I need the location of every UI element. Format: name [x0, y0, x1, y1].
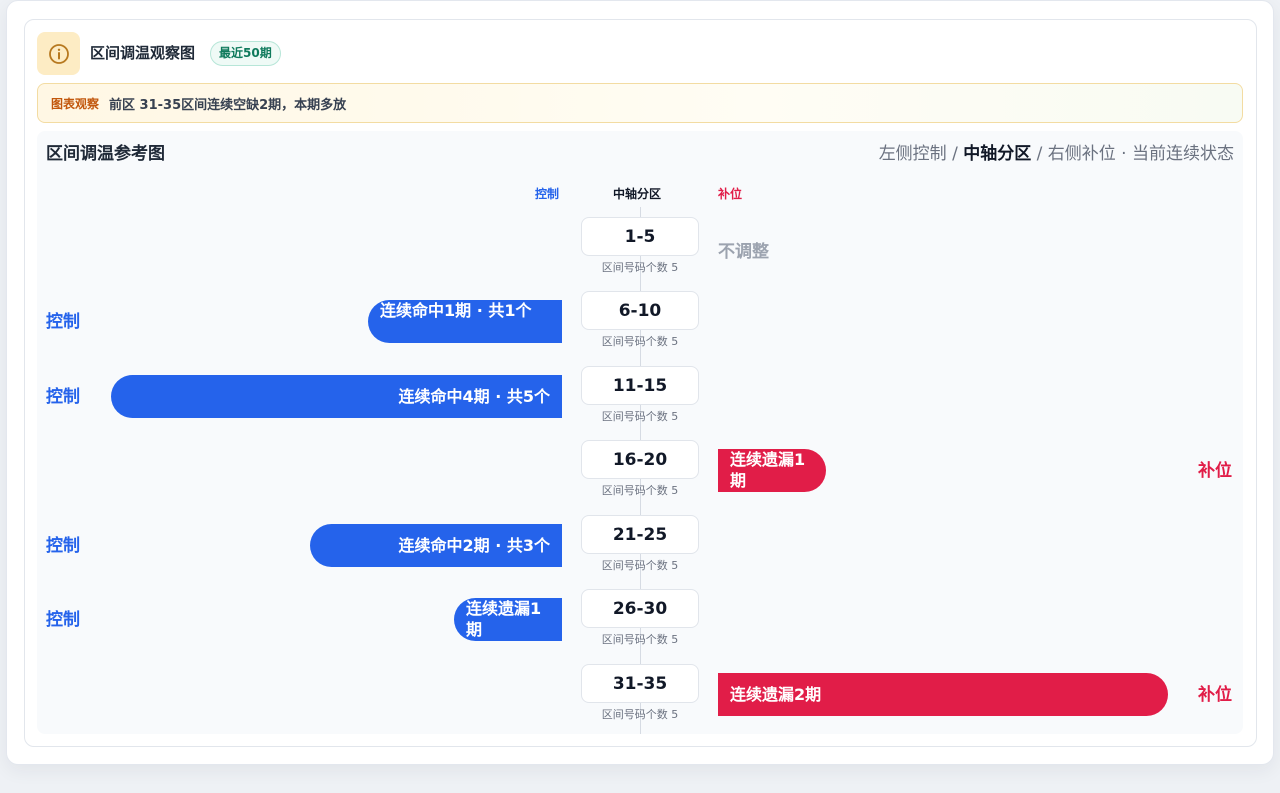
zone-count: 区间号码个数 5 — [601, 633, 679, 646]
info-icon — [37, 32, 80, 75]
bar-status: 连续遗漏1期 — [466, 599, 542, 639]
control-bar: 连续命中4期 · 共5个 — [111, 375, 562, 418]
zone-range-box: 26-30 — [581, 589, 699, 628]
legend-sep: / — [946, 144, 964, 164]
zone-row-21-25: 21-25 区间号码个数 5 控制 连续命中2期 · 共3个 — [0, 515, 1280, 590]
control-bar: 连续遗漏1期 — [454, 598, 562, 641]
bar-status: 连续遗漏1期 — [730, 450, 806, 490]
zone-count: 区间号码个数 5 — [601, 335, 679, 348]
legend-dot: · — [1115, 144, 1132, 164]
notice-tag: 图表观察 — [51, 96, 100, 111]
legend-sep: / — [1031, 144, 1048, 164]
card-title: 区间调温观察图 — [90, 44, 196, 62]
zone-range-box: 11-15 — [581, 366, 699, 405]
column-header-fill: 补位 — [718, 187, 743, 201]
zone-range-box: 21-25 — [581, 515, 699, 554]
zone-count: 区间号码个数 5 — [601, 708, 679, 721]
control-label: 控制 — [46, 536, 80, 556]
zone-count: 区间号码个数 5 — [601, 559, 679, 572]
zone-row-26-30: 26-30 区间号码个数 5 控制 连续遗漏1期 — [0, 589, 1280, 664]
column-header-control: 控制 — [535, 187, 560, 201]
zone-range-box: 1-5 — [581, 217, 699, 256]
period-badge: 最近50期 — [210, 41, 281, 66]
zone-range-box: 16-20 — [581, 440, 699, 479]
zone-count: 区间号码个数 5 — [601, 261, 679, 274]
fill-bar: 连续遗漏2期 — [718, 673, 1168, 716]
observation-notice: 图表观察 前区 31-35区间连续空缺2期，本期多放 — [37, 83, 1243, 123]
zone-row-6-10: 6-10 区间号码个数 5 控制 连续命中1期 · 共1个 — [0, 291, 1280, 366]
column-header-axis: 中轴分区 — [613, 187, 662, 201]
bar-status: 连续命中1期 · 共1个 — [380, 301, 532, 320]
panel-legend: 左侧控制 / 中轴分区 / 右侧补位 · 当前连续状态 — [879, 143, 1234, 165]
control-label: 控制 — [46, 610, 80, 630]
fill-label: 补位 — [1198, 685, 1232, 705]
zone-range-box: 6-10 — [581, 291, 699, 330]
legend-left: 左侧控制 — [878, 144, 947, 164]
bar-status: 连续遗漏2期 — [730, 685, 822, 704]
fill-bar: 连续遗漏1期 — [718, 449, 826, 492]
notice-text: 前区 31-35区间连续空缺2期，本期多放 — [109, 97, 347, 113]
control-bar: 连续命中2期 · 共3个 — [310, 524, 562, 567]
legend-state: 当前连续状态 — [1132, 144, 1234, 164]
bar-status: 连续命中4期 · 共5个 — [398, 387, 551, 406]
panel-title: 区间调温参考图 — [46, 144, 165, 164]
bar-status: 连续命中2期 · 共3个 — [398, 536, 551, 555]
zone-row-1-5: 1-5 区间号码个数 5 不调整 — [0, 217, 1280, 292]
legend-center: 中轴分区 — [963, 144, 1032, 164]
zone-range-box: 31-35 — [581, 664, 699, 703]
control-bar: 连续命中1期 · 共1个 — [368, 300, 562, 343]
control-label: 控制 — [46, 312, 80, 332]
zone-count: 区间号码个数 5 — [601, 410, 679, 423]
no-adjust-label: 不调整 — [718, 242, 769, 262]
control-label: 控制 — [46, 387, 80, 407]
zone-row-11-15: 11-15 区间号码个数 5 控制 连续命中4期 · 共5个 — [0, 366, 1280, 441]
zone-row-16-20: 16-20 区间号码个数 5 连续遗漏1期 补位 — [0, 440, 1280, 515]
legend-right: 右侧补位 — [1047, 144, 1116, 164]
zone-count: 区间号码个数 5 — [601, 484, 679, 497]
zone-row-31-35: 31-35 区间号码个数 5 连续遗漏2期 补位 — [0, 664, 1280, 739]
fill-label: 补位 — [1198, 461, 1232, 481]
